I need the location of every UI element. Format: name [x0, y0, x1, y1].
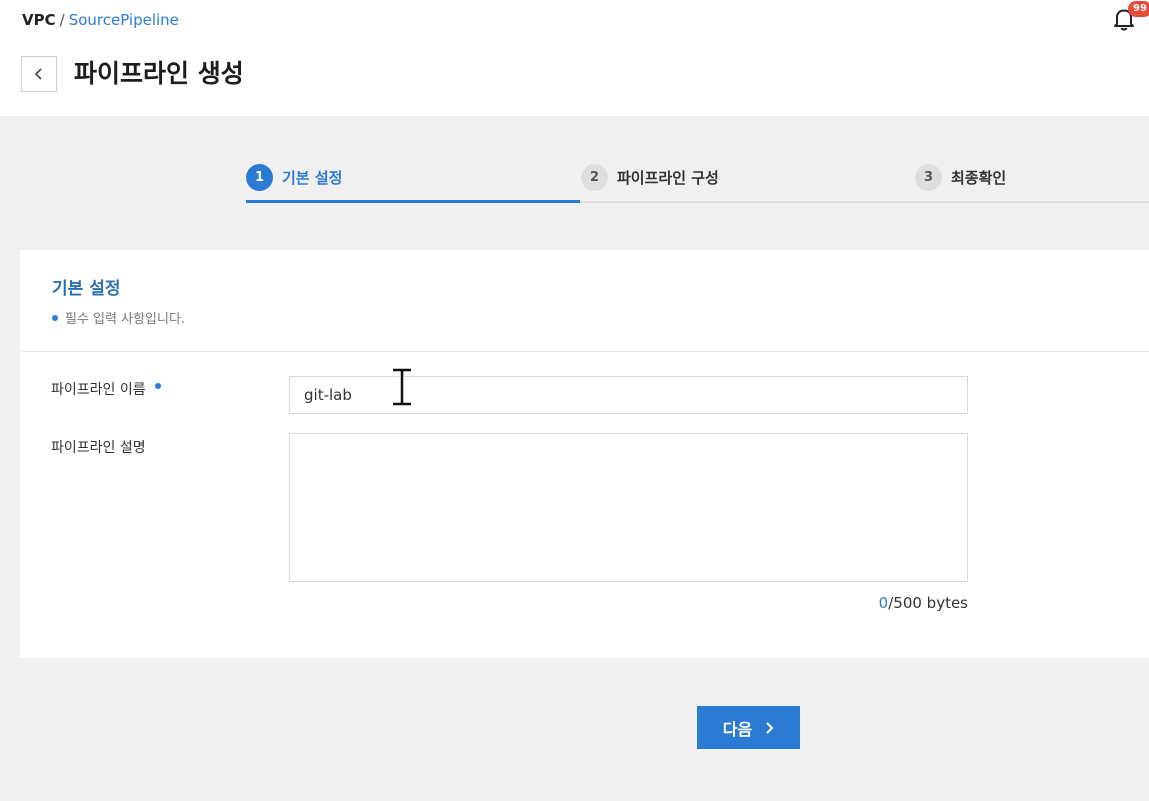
section-divider: [20, 351, 1149, 352]
breadcrumb: VPC / SourcePipeline: [22, 11, 179, 29]
step-number: 1: [246, 164, 273, 191]
breadcrumb-root[interactable]: VPC: [22, 11, 56, 29]
pipeline-name-label-text: 파이프라인 이름: [51, 382, 146, 398]
text-cursor-icon: [390, 367, 414, 407]
byte-counter-max: /500 bytes: [888, 594, 968, 612]
required-dot-icon: [52, 314, 58, 321]
next-button-label: 다음: [722, 719, 753, 739]
page-title: 파이프라인 생성: [74, 59, 244, 88]
pipeline-description-input[interactable]: [289, 433, 968, 582]
pipeline-description-label-text: 파이프라인 설명: [51, 440, 146, 456]
chevron-right-icon: [766, 721, 774, 734]
required-dot-icon: [154, 383, 161, 389]
required-note-text: 필수 입력 사항입니다.: [65, 312, 186, 327]
section-title: 기본 설정: [52, 279, 121, 299]
notification-badge: 99: [1128, 1, 1149, 17]
step-label: 최종확인: [951, 169, 1007, 187]
step-indicator: 1 기본 설정 2 파이프라인 구성 3 최종확인: [246, 158, 1149, 204]
step-number: 2: [581, 164, 608, 191]
step-pipeline-config[interactable]: 2 파이프라인 구성: [581, 164, 719, 191]
step-basic-settings[interactable]: 1 기본 설정: [246, 164, 342, 191]
byte-counter-current: 0: [878, 594, 889, 612]
pipeline-name-label: 파이프라인 이름: [51, 379, 161, 399]
back-button[interactable]: [21, 56, 57, 92]
step-number: 3: [915, 164, 942, 191]
step-label: 파이프라인 구성: [617, 169, 719, 187]
byte-counter: 0/500 bytes: [800, 594, 968, 612]
next-button[interactable]: 다음: [697, 706, 800, 749]
breadcrumb-separator: /: [59, 11, 65, 29]
required-note: 필수 입력 사항입니다.: [52, 308, 185, 327]
chevron-left-icon: [34, 68, 42, 80]
basic-settings-panel: 기본 설정 필수 입력 사항입니다. 파이프라인 이름 파이프라인 설명 0/5…: [20, 250, 1149, 658]
step-label: 기본 설정: [282, 169, 343, 187]
pipeline-description-label: 파이프라인 설명: [51, 437, 146, 457]
step-final-review[interactable]: 3 최종확인: [915, 164, 1006, 191]
page-header: VPC / SourcePipeline 99 파이프라인 생성: [0, 0, 1149, 116]
breadcrumb-current[interactable]: SourcePipeline: [69, 11, 179, 29]
steps-progress: [246, 200, 580, 203]
